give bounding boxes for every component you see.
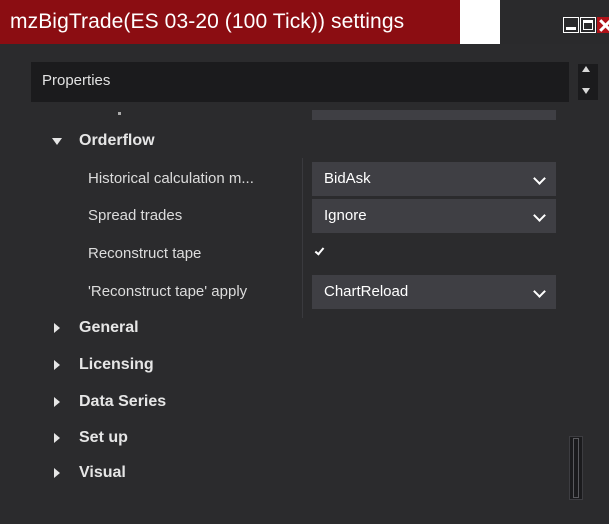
chevron-down-icon	[533, 172, 546, 185]
spread-trades-dropdown[interactable]: Ignore	[312, 199, 556, 233]
section-data-series-label: Data Series	[79, 393, 167, 410]
title-bar[interactable]: mzBigTrade(ES 03-20 (100 Tick)) settings	[0, 0, 609, 44]
partial-row-label	[118, 112, 121, 115]
settings-window: mzBigTrade(ES 03-20 (100 Tick)) settings…	[0, 0, 609, 524]
maximize-icon[interactable]	[580, 17, 596, 33]
section-visual-label: Visual	[79, 464, 126, 481]
section-orderflow-label: Orderflow	[79, 132, 155, 149]
reconstruct-tape-label: Reconstruct tape	[88, 245, 202, 262]
check-mark-icon	[314, 245, 325, 256]
chevron-down-icon	[533, 285, 546, 298]
reconstruct-tape-apply-label: 'Reconstruct tape' apply	[88, 283, 248, 300]
section-visual[interactable]: Visual	[50, 460, 126, 486]
title-tab: mzBigTrade(ES 03-20 (100 Tick)) settings	[0, 0, 460, 44]
section-data-series[interactable]: Data Series	[50, 389, 166, 415]
caret-right-icon[interactable]	[54, 433, 60, 443]
section-licensing[interactable]: Licensing	[50, 352, 154, 378]
section-set-up-label: Set up	[79, 429, 128, 446]
scroll-down-icon[interactable]	[582, 88, 590, 94]
window-title: mzBigTrade(ES 03-20 (100 Tick)) settings	[10, 10, 405, 33]
scrollbar-thumb[interactable]	[573, 438, 579, 498]
properties-header: Properties	[31, 62, 569, 102]
chevron-down-icon	[533, 209, 546, 222]
section-general-label: General	[79, 319, 139, 336]
caret-right-icon[interactable]	[54, 397, 60, 407]
historical-calculation-value: BidAsk	[324, 170, 371, 187]
scroll-up-icon[interactable]	[582, 66, 590, 72]
historical-calculation-dropdown[interactable]: BidAsk	[312, 162, 556, 196]
column-divider[interactable]	[302, 158, 303, 318]
caret-right-icon[interactable]	[54, 468, 60, 478]
reconstruct-tape-apply-value: ChartReload	[324, 283, 409, 300]
properties-header-label: Properties	[42, 72, 111, 89]
close-icon[interactable]	[597, 17, 609, 33]
reconstruct-tape-apply-dropdown[interactable]: ChartReload	[312, 275, 556, 309]
caret-right-icon[interactable]	[54, 360, 60, 370]
section-general[interactable]: General	[50, 315, 139, 341]
section-orderflow[interactable]: Orderflow	[50, 128, 155, 154]
spread-trades-value: Ignore	[324, 207, 367, 224]
caret-right-icon[interactable]	[54, 323, 60, 333]
minimize-icon[interactable]	[563, 17, 579, 33]
historical-calculation-label: Historical calculation m...	[88, 170, 254, 187]
reconstruct-tape-checkbox[interactable]	[312, 244, 330, 262]
section-set-up[interactable]: Set up	[50, 425, 128, 451]
partial-row-field[interactable]	[312, 110, 556, 120]
section-licensing-label: Licensing	[79, 356, 154, 373]
spread-trades-label: Spread trades	[88, 207, 183, 224]
caret-down-icon[interactable]	[52, 137, 62, 145]
